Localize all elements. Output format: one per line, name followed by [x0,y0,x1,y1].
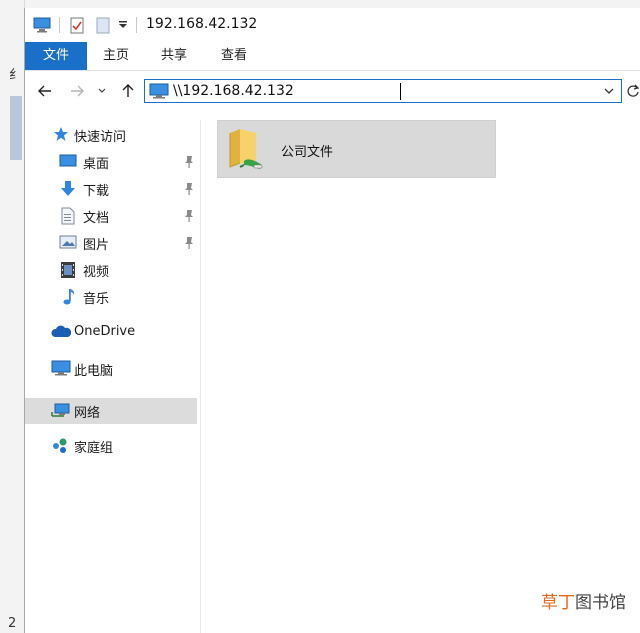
tab-file[interactable]: 文件 [25,42,87,70]
nav-label: 家庭组 [74,441,114,456]
text-cursor [400,83,401,100]
music-note-icon [61,288,79,306]
cloud-icon [51,324,72,342]
nav-label: 图片 [83,238,110,253]
desktop-icon [59,153,77,171]
nav-homegroup[interactable]: 家庭组 [25,433,197,459]
window-title: 192.168.42.132 [146,16,258,32]
tab-home[interactable]: 主页 [95,42,137,70]
nav-this-pc[interactable]: 此电脑 [25,356,197,382]
background-text: 纟 [9,68,23,83]
toolbar-separator [59,17,60,33]
watermark-accent-text: 草丁 [541,593,575,613]
nav-item-documents[interactable]: 文档 [25,203,197,229]
folder-name: 公司文件 [281,145,334,160]
refresh-icon[interactable] [626,83,640,99]
background-window-fragment [10,96,22,160]
nav-item-music[interactable]: 音乐 [25,284,197,310]
address-input[interactable]: \\192.168.42.132 [173,83,294,99]
file-explorer-window: 192.168.42.132 文件 主页 共享 查看 \\192.168.42.… [24,8,640,633]
nav-quick-access[interactable]: 快速访问 [25,122,197,148]
customize-toolbar-icon[interactable] [115,14,131,36]
forward-arrow-icon[interactable] [66,81,88,101]
nav-item-desktop[interactable]: 桌面 [25,149,197,175]
network-computer-icon [149,83,169,103]
recent-locations-chevron-icon[interactable] [94,81,110,101]
background-window-top [0,0,640,8]
nav-label: 音乐 [83,292,110,307]
network-icon [51,402,70,420]
download-arrow-icon [59,180,77,198]
computer-icon[interactable] [31,14,53,36]
shared-folder-icon [226,127,266,175]
nav-item-downloads[interactable]: 下载 [25,176,197,202]
ribbon-tabs: 文件 主页 共享 查看 [25,42,640,71]
homegroup-icon [51,437,69,455]
tab-view[interactable]: 查看 [213,42,255,70]
pin-icon[interactable] [183,236,195,250]
tab-share[interactable]: 共享 [153,42,195,70]
pictures-icon [59,234,77,252]
nav-item-videos[interactable]: 视频 [25,257,197,283]
document-icon [60,207,78,225]
up-arrow-icon[interactable] [117,81,139,101]
nav-label: 快速访问 [74,130,127,145]
properties-icon[interactable] [67,14,87,36]
video-icon [60,261,78,279]
nav-label: 此电脑 [74,364,114,379]
file-list-area: 公司文件 [201,112,640,633]
back-arrow-icon[interactable] [34,81,56,101]
nav-onedrive[interactable]: OneDrive [25,320,197,346]
address-row: \\192.168.42.132 [25,71,640,111]
toolbar-separator [136,17,137,33]
nav-label: 视频 [83,265,110,280]
nav-item-pictures[interactable]: 图片 [25,230,197,256]
star-icon [53,126,71,144]
new-folder-icon[interactable] [93,14,113,36]
navigation-pane: 快速访问 桌面 下载 文档 图片 视频 音乐 OneDrive 此电脑 网络 家… [25,120,201,633]
title-bar: 192.168.42.132 [25,8,640,42]
watermark: 草丁图书馆 [541,588,626,613]
background-text-bottom: 2 [8,616,17,631]
nav-label: 网络 [74,406,101,421]
nav-label: OneDrive [74,324,136,339]
nav-label: 文档 [83,211,110,226]
nav-network[interactable]: 网络 [25,398,197,424]
folder-tile[interactable]: 公司文件 [217,120,496,178]
watermark-text: 图书馆 [575,593,626,613]
computer-icon [51,360,71,378]
address-dropdown-chevron-icon[interactable] [603,83,617,99]
nav-label: 桌面 [83,157,110,172]
pin-icon[interactable] [183,182,195,196]
address-bar[interactable]: \\192.168.42.132 [144,79,622,103]
pin-icon[interactable] [183,209,195,223]
background-window-left [0,0,25,633]
nav-label: 下载 [83,184,110,199]
pin-icon[interactable] [183,155,195,169]
